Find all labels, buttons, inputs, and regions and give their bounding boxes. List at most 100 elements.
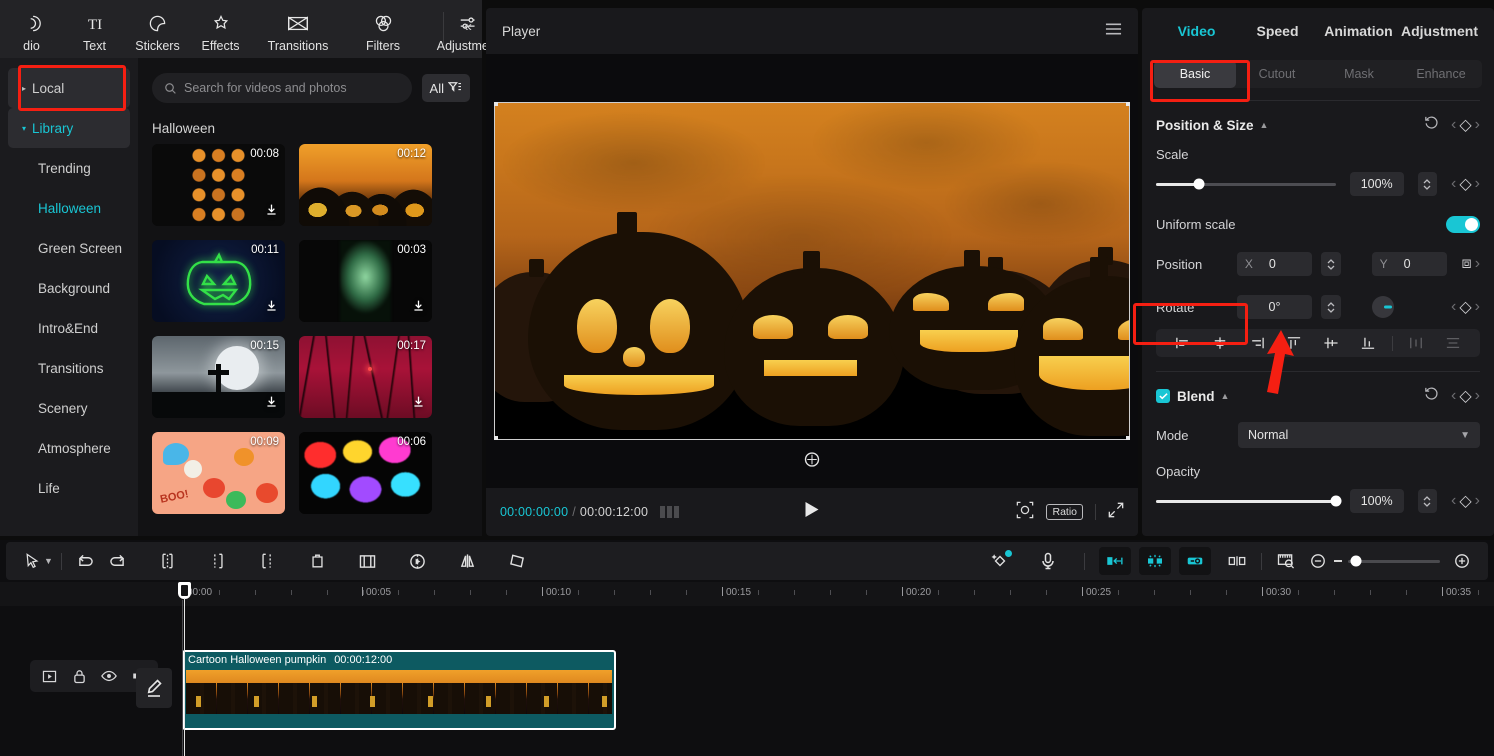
- keyframe-control[interactable]: ‹ ◇ ›: [1451, 115, 1480, 135]
- delete-icon[interactable]: [302, 547, 334, 575]
- chevron-up-icon[interactable]: ▲: [1221, 391, 1230, 401]
- media-card[interactable]: 00:11: [152, 240, 285, 322]
- timeline-ruler[interactable]: 00:00 00:05 00:10 00:15 00:20 00:25 00:3…: [0, 582, 1494, 606]
- resize-handle-tl[interactable]: [494, 102, 498, 106]
- distribute-vertical-icon[interactable]: [1435, 336, 1472, 350]
- player-menu-icon[interactable]: [1105, 22, 1122, 41]
- nav-item-effects[interactable]: Effects: [189, 6, 252, 53]
- trim-right-icon[interactable]: [252, 547, 284, 575]
- keyframe-next-icon[interactable]: ›: [1475, 492, 1480, 510]
- align-center-vertical-icon[interactable]: [1313, 336, 1350, 350]
- reset-transform-icon[interactable]: [803, 450, 822, 474]
- media-card[interactable]: 00:08: [152, 144, 285, 226]
- tab-speed[interactable]: Speed: [1237, 23, 1318, 39]
- sidebar-item-halloween[interactable]: Halloween: [8, 188, 130, 228]
- blend-checkbox[interactable]: [1156, 389, 1170, 403]
- rotate-dial[interactable]: [1372, 296, 1394, 318]
- keyframe-diamond-icon[interactable]: ◇: [1459, 115, 1471, 135]
- reset-icon[interactable]: [1424, 115, 1439, 135]
- download-icon[interactable]: [265, 299, 278, 317]
- snap-left-icon[interactable]: [1099, 547, 1131, 575]
- align-top-icon[interactable]: [1275, 336, 1312, 350]
- trim-left-icon[interactable]: [202, 547, 234, 575]
- nav-item-transitions[interactable]: Transitions: [252, 6, 344, 53]
- search-input[interactable]: [184, 81, 400, 95]
- timeline-preview-icon[interactable]: [1270, 547, 1302, 575]
- playhead[interactable]: [184, 582, 191, 599]
- sidebar-item-transitions[interactable]: Transitions: [8, 348, 130, 388]
- rotate-stepper[interactable]: [1321, 295, 1341, 319]
- magic-keyframe-icon[interactable]: [984, 547, 1016, 575]
- tab-video[interactable]: Video: [1156, 23, 1237, 39]
- sidebar-item-scenery[interactable]: Scenery: [8, 388, 130, 428]
- crop-frame-icon[interactable]: [352, 547, 384, 575]
- opacity-keyframe[interactable]: ‹ ◇ ›: [1451, 491, 1480, 511]
- keyframe-prev-icon[interactable]: ‹: [1451, 492, 1456, 510]
- collapse-panel-button[interactable]: «: [464, 18, 472, 35]
- download-icon[interactable]: [412, 395, 425, 413]
- align-right-icon[interactable]: [1238, 336, 1275, 350]
- keyframe-next-icon[interactable]: ›: [1475, 175, 1480, 193]
- chevron-down-icon[interactable]: ▼: [44, 556, 53, 566]
- align-center-horizontal-icon[interactable]: [1201, 336, 1238, 350]
- media-card[interactable]: 00:03: [299, 240, 432, 322]
- keyframe-diamond-icon[interactable]: ◇: [1459, 491, 1471, 511]
- keyframe-diamond-icon[interactable]: ◇: [1459, 174, 1471, 194]
- lock-icon[interactable]: [68, 665, 90, 687]
- rotate-keyframe[interactable]: ‹ ◇ ›: [1451, 297, 1480, 317]
- keyframe-next-icon[interactable]: ›: [1475, 116, 1480, 134]
- zoom-out-icon[interactable]: [1302, 547, 1334, 575]
- media-card[interactable]: 00:12: [299, 144, 432, 226]
- opacity-value[interactable]: 100%: [1350, 489, 1404, 513]
- media-card[interactable]: 00:15: [152, 336, 285, 418]
- resize-handle-tr[interactable]: [1126, 102, 1130, 106]
- download-icon[interactable]: [265, 203, 278, 221]
- chevron-up-icon[interactable]: ▲: [1260, 120, 1269, 130]
- tab-adjustment[interactable]: Adjustment: [1399, 23, 1480, 39]
- sidebar-item-atmosphere[interactable]: Atmosphere: [8, 428, 130, 468]
- undo-icon[interactable]: [70, 547, 102, 575]
- sidebar-item-intro-end[interactable]: Intro&End: [8, 308, 130, 348]
- scale-stepper[interactable]: [1418, 172, 1437, 196]
- sidebar-item-life[interactable]: Life: [8, 468, 130, 508]
- subtab-mask[interactable]: Mask: [1318, 60, 1400, 88]
- sidebar-item-trending[interactable]: Trending: [8, 148, 130, 188]
- keyframe-diamond-icon[interactable]: ◇: [1459, 386, 1471, 406]
- align-left-icon[interactable]: [1164, 336, 1201, 350]
- zoom-in-icon[interactable]: [1446, 547, 1478, 575]
- tab-animation[interactable]: Animation: [1318, 23, 1399, 39]
- subtab-basic[interactable]: Basic: [1154, 60, 1236, 88]
- zoom-fit-icon[interactable]: [1016, 501, 1034, 524]
- sidebar-item-local[interactable]: ▸ Local: [8, 68, 130, 108]
- nav-item-stickers[interactable]: Stickers: [126, 6, 189, 53]
- sidebar-item-library[interactable]: ▾ Library: [8, 108, 130, 148]
- nav-item-text[interactable]: TI Text: [63, 6, 126, 53]
- subtab-enhance[interactable]: Enhance: [1400, 60, 1482, 88]
- resize-handle-bl[interactable]: [494, 436, 498, 440]
- opacity-stepper[interactable]: [1418, 489, 1437, 513]
- opacity-slider[interactable]: [1156, 500, 1336, 503]
- play-button[interactable]: [805, 501, 820, 523]
- keyframe-prev-icon[interactable]: ‹: [1451, 387, 1456, 405]
- keyframe-next-icon[interactable]: ›: [1475, 255, 1480, 273]
- align-bottom-icon[interactable]: [1350, 336, 1387, 350]
- scale-keyframe[interactable]: ‹ ◇ ›: [1451, 174, 1480, 194]
- timeline-clip[interactable]: Cartoon Halloween pumpkin 00:00:12:00: [182, 650, 616, 730]
- split-icon[interactable]: [152, 547, 184, 575]
- frame-grid-icon[interactable]: [660, 506, 679, 518]
- scale-value[interactable]: 100%: [1350, 172, 1404, 196]
- keyframe-prev-icon[interactable]: ‹: [1451, 298, 1456, 316]
- redo-icon[interactable]: [102, 547, 134, 575]
- subtab-cutout[interactable]: Cutout: [1236, 60, 1318, 88]
- position-keyframe[interactable]: ⧈ ›: [1462, 255, 1481, 273]
- uniform-scale-toggle[interactable]: [1446, 216, 1480, 233]
- keyframe-diamond-icon[interactable]: ◇: [1459, 297, 1471, 317]
- media-card[interactable]: 00:06: [299, 432, 432, 514]
- search-box[interactable]: [152, 73, 412, 103]
- sidebar-item-background[interactable]: Background: [8, 268, 130, 308]
- snap-center-icon[interactable]: [1139, 547, 1171, 575]
- position-x-field[interactable]: X 0: [1237, 252, 1312, 276]
- mirror-icon[interactable]: [452, 547, 484, 575]
- snap-link-icon[interactable]: [1179, 547, 1211, 575]
- keyframe-prev-icon[interactable]: ‹: [1451, 116, 1456, 134]
